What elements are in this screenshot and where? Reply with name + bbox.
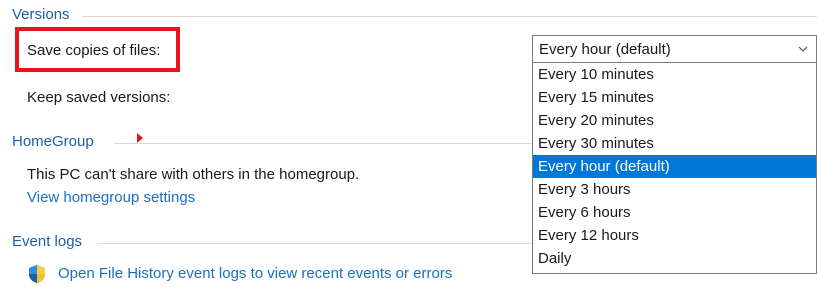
dropdown-option[interactable]: Every 3 hours	[533, 178, 816, 201]
homegroup-status-text: This PC can't share with others in the h…	[27, 166, 360, 183]
view-homegroup-settings-link[interactable]: View homegroup settings	[27, 189, 195, 206]
annotation-arrow-marker	[137, 133, 143, 143]
chevron-down-icon	[798, 46, 808, 52]
dropdown-option[interactable]: Every 12 hours	[533, 224, 816, 247]
dropdown-option-selected[interactable]: Every hour (default)	[533, 155, 816, 178]
dropdown-option[interactable]: Daily	[533, 247, 816, 270]
versions-header: Versions	[12, 6, 70, 23]
versions-divider	[82, 16, 817, 17]
save-frequency-select[interactable]: Every hour (default)	[532, 35, 817, 63]
save-frequency-selected-value: Every hour (default)	[539, 40, 671, 58]
homegroup-divider	[114, 143, 532, 144]
save-frequency-dropdown: Every 10 minutes Every 15 minutes Every …	[532, 63, 817, 274]
dropdown-option[interactable]: Every 10 minutes	[533, 63, 816, 86]
event-logs-link[interactable]: Open File History event logs to view rec…	[58, 265, 452, 282]
event-logs-header: Event logs	[12, 233, 83, 250]
dropdown-option[interactable]: Every 20 minutes	[533, 109, 816, 132]
keep-versions-label: Keep saved versions:	[27, 89, 171, 106]
dropdown-option[interactable]: Every 6 hours	[533, 201, 816, 224]
dropdown-option[interactable]: Every 30 minutes	[533, 132, 816, 155]
event-logs-divider	[98, 243, 532, 244]
homegroup-header: HomeGroup	[12, 133, 94, 150]
dropdown-option[interactable]: Every 15 minutes	[533, 86, 816, 109]
security-shield-icon	[29, 265, 45, 283]
save-copies-label: Save copies of files:	[27, 42, 161, 59]
